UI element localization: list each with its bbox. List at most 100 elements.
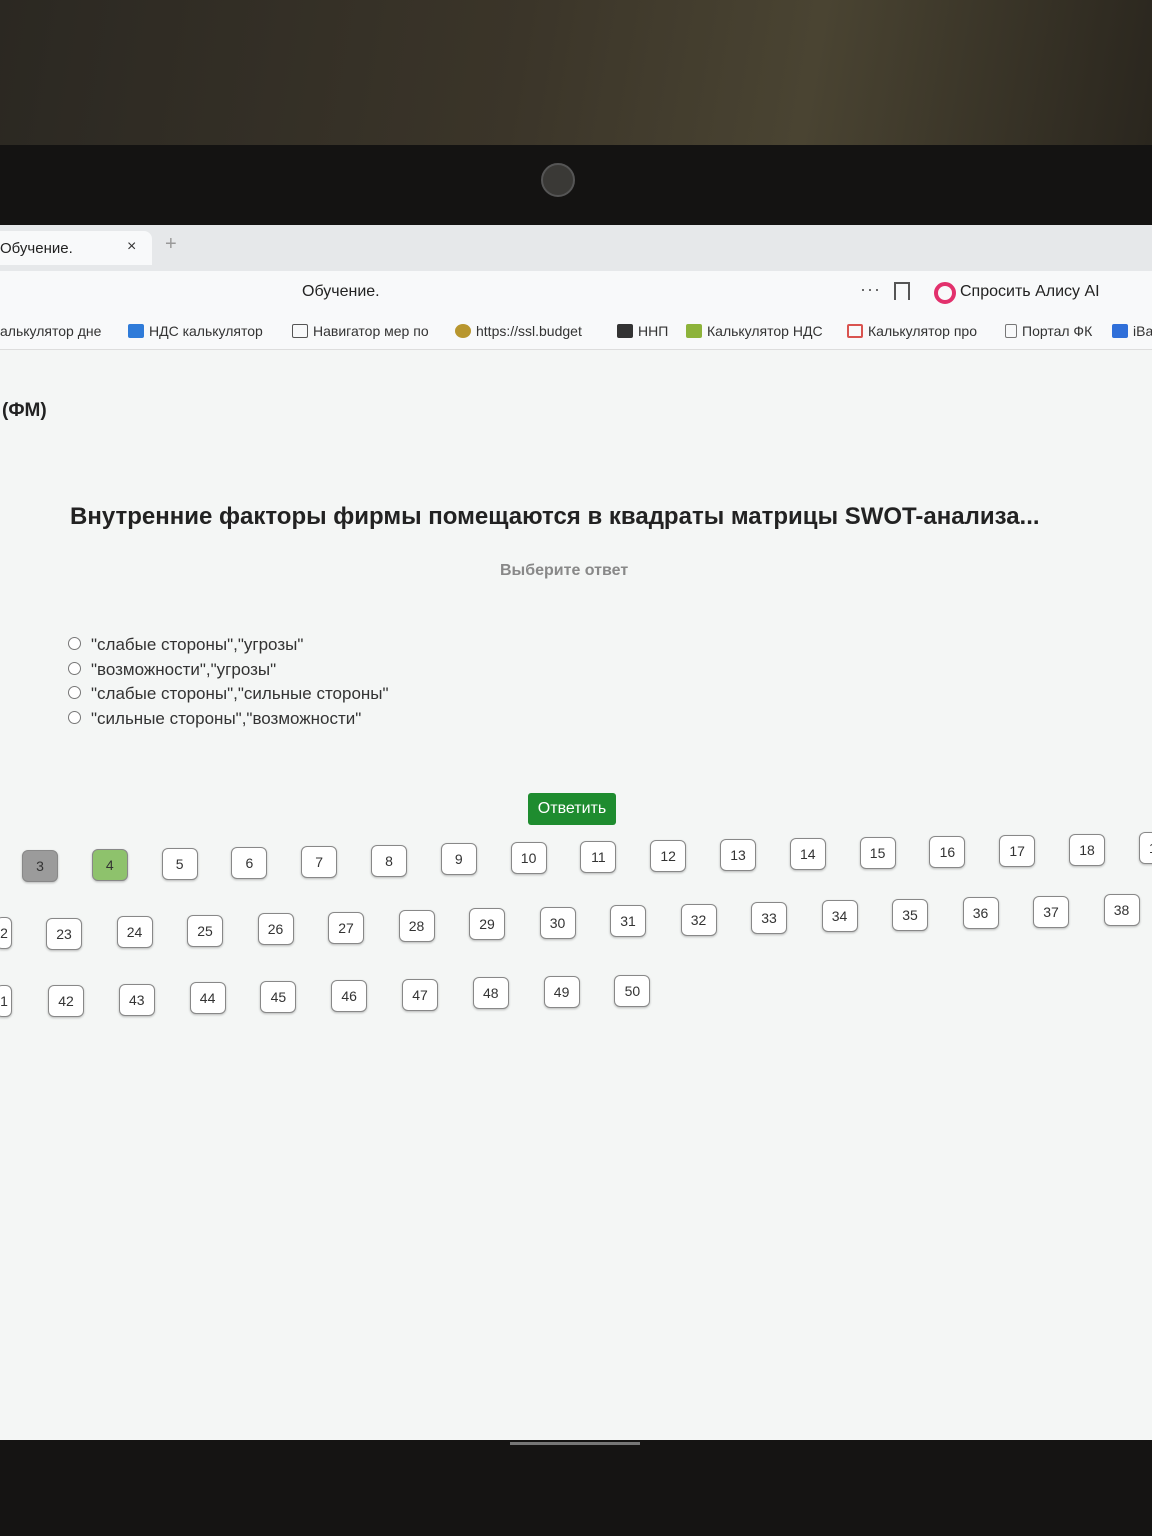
bookmark-label: Навигатор мер по — [313, 323, 429, 339]
question-text: Внутренние факторы фирмы помещаются в кв… — [70, 503, 1040, 530]
bookmark-icon[interactable] — [894, 282, 910, 300]
page-icon — [1005, 324, 1017, 338]
radio-button[interactable] — [68, 686, 81, 699]
percent-icon — [128, 324, 144, 338]
question-number-button[interactable]: 4 — [91, 848, 128, 881]
bookmarks-bar: алькулятор дне НДС калькулятор Навигатор… — [0, 315, 1152, 350]
answer-hint: Выберите ответ — [500, 562, 629, 579]
bookmark-item[interactable]: НДС калькулятор — [128, 323, 274, 343]
question-number-button[interactable]: 28 — [398, 910, 435, 942]
question-number-button[interactable]: 15 — [859, 836, 896, 869]
bookmark-label: ННП — [638, 323, 669, 339]
answer-option[interactable]: "сильные стороны","возможности" — [68, 709, 389, 734]
answer-option[interactable]: "слабые стороны","сильные стороны" — [68, 684, 389, 709]
tab-strip: Обучение. × + — [0, 225, 1152, 271]
question-number-button[interactable]: 36 — [962, 897, 999, 930]
question-number-button[interactable]: 49 — [543, 975, 580, 1008]
question-number-button[interactable]: 3 — [22, 850, 58, 882]
desk-background — [0, 0, 1152, 145]
bookmark-item[interactable]: ННП — [617, 323, 675, 343]
question-number-button[interactable]: 5 — [161, 847, 198, 880]
tablet-bezel — [0, 145, 1152, 225]
radio-button[interactable] — [68, 661, 81, 675]
option-label[interactable]: "слабые стороны","угрозы" — [91, 635, 303, 654]
question-number-button[interactable]: 33 — [751, 902, 787, 934]
question-number-button[interactable]: 11 — [580, 841, 617, 874]
new-tab-icon[interactable]: + — [165, 233, 177, 256]
question-number-button[interactable]: 19 — [1138, 832, 1152, 865]
bookmark-label: алькулятор дне — [0, 323, 102, 339]
more-icon[interactable]: ··· — [860, 279, 881, 300]
question-number-button[interactable]: 14 — [789, 837, 826, 870]
question-number-button[interactable]: 2 — [0, 917, 12, 949]
question-number-button[interactable]: 34 — [821, 900, 858, 933]
answer-option[interactable]: "слабые стороны","угрозы" — [68, 635, 389, 660]
question-number-button[interactable]: 12 — [650, 840, 687, 873]
question-number-button[interactable]: 37 — [1033, 895, 1069, 928]
bookmark-item[interactable]: iBa — [1112, 323, 1152, 343]
tablet-bezel-bottom — [0, 1440, 1152, 1536]
course-title: (ФМ) — [2, 400, 47, 421]
bookmark-label: Портал ФК — [1022, 323, 1093, 339]
question-number-button[interactable]: 8 — [371, 844, 407, 877]
question-number-button[interactable]: 38 — [1103, 894, 1140, 926]
question-number-button[interactable]: 50 — [614, 974, 651, 1007]
question-number-button[interactable]: 9 — [440, 843, 477, 876]
ask-alice-button[interactable]: Спросить Алису AI — [960, 283, 1100, 301]
bookmark-item[interactable]: Калькулятор про — [847, 323, 987, 343]
question-number-button[interactable]: 29 — [469, 908, 505, 941]
question-number-button[interactable]: 35 — [892, 898, 928, 931]
answer-option[interactable]: "возможности","угрозы" — [68, 660, 389, 685]
bookmark-label: Калькулятор НДС — [707, 323, 823, 339]
calculator-icon — [847, 324, 863, 338]
bookmark-item[interactable]: алькулятор дне — [0, 323, 112, 343]
bookmark-item[interactable]: Портал ФК — [1005, 323, 1100, 343]
tab-obuchenie[interactable]: Обучение. × — [0, 231, 152, 265]
submit-answer-button[interactable]: Ответить — [528, 793, 616, 825]
question-number-button[interactable]: 26 — [257, 913, 294, 946]
question-number-button[interactable]: 31 — [610, 905, 646, 938]
hh-logo-icon — [686, 324, 702, 338]
a-logo-icon — [617, 324, 633, 338]
shield-logo-icon — [292, 324, 308, 338]
option-label[interactable]: "слабые стороны","сильные стороны" — [91, 684, 389, 703]
bookmark-item[interactable]: Навигатор мер по — [292, 323, 440, 343]
bookmark-item[interactable]: https://ssl.budget — [455, 323, 600, 343]
address-bar[interactable]: Обучение. ··· Спросить Алису AI — [0, 271, 1152, 315]
radio-button[interactable] — [68, 710, 81, 724]
question-number-button[interactable]: 6 — [231, 846, 268, 879]
question-number-button[interactable]: 43 — [118, 983, 155, 1016]
question-number-button[interactable]: 18 — [1069, 833, 1105, 866]
question-number-button[interactable]: 17 — [999, 834, 1036, 867]
camera-lens — [541, 163, 575, 197]
bookmark-label: Калькулятор про — [868, 323, 977, 339]
question-number-button[interactable]: 10 — [510, 842, 547, 875]
bookmark-label: НДС калькулятор — [149, 323, 263, 339]
question-number-button[interactable]: 25 — [187, 914, 223, 947]
bookmark-item[interactable]: Калькулятор НДС — [686, 323, 831, 343]
option-label[interactable]: "сильные стороны","возможности" — [91, 709, 361, 728]
question-number-button[interactable]: 13 — [720, 839, 756, 871]
option-label[interactable]: "возможности","угрозы" — [91, 660, 276, 679]
question-number-button[interactable]: 24 — [116, 916, 153, 949]
browser-screen: Обучение. × + Обучение. ··· Спросить Али… — [0, 225, 1152, 1440]
bookmark-label: https://ssl.budget — [476, 323, 582, 339]
question-number-button[interactable]: 16 — [929, 835, 966, 868]
radio-button[interactable] — [68, 637, 81, 650]
page-title-in-omnibox[interactable]: Обучение. — [302, 283, 380, 301]
question-number-button[interactable]: 1 — [0, 985, 12, 1017]
alice-icon[interactable] — [934, 282, 956, 304]
question-number-button[interactable]: 32 — [680, 903, 717, 936]
question-number-button[interactable]: 27 — [328, 911, 364, 944]
question-number-button[interactable]: 23 — [46, 918, 82, 950]
question-number-button[interactable]: 44 — [189, 982, 226, 1015]
ib-logo-icon — [1112, 324, 1128, 338]
question-number-button[interactable]: 30 — [539, 906, 576, 939]
question-number-button[interactable]: 45 — [260, 981, 297, 1014]
question-number-button[interactable]: 47 — [402, 978, 438, 1011]
question-number-button[interactable]: 42 — [48, 985, 84, 1017]
question-number-button[interactable]: 48 — [472, 977, 509, 1010]
question-number-button[interactable]: 46 — [331, 979, 368, 1012]
close-icon[interactable]: × — [127, 238, 136, 256]
question-number-button[interactable]: 7 — [301, 845, 338, 878]
